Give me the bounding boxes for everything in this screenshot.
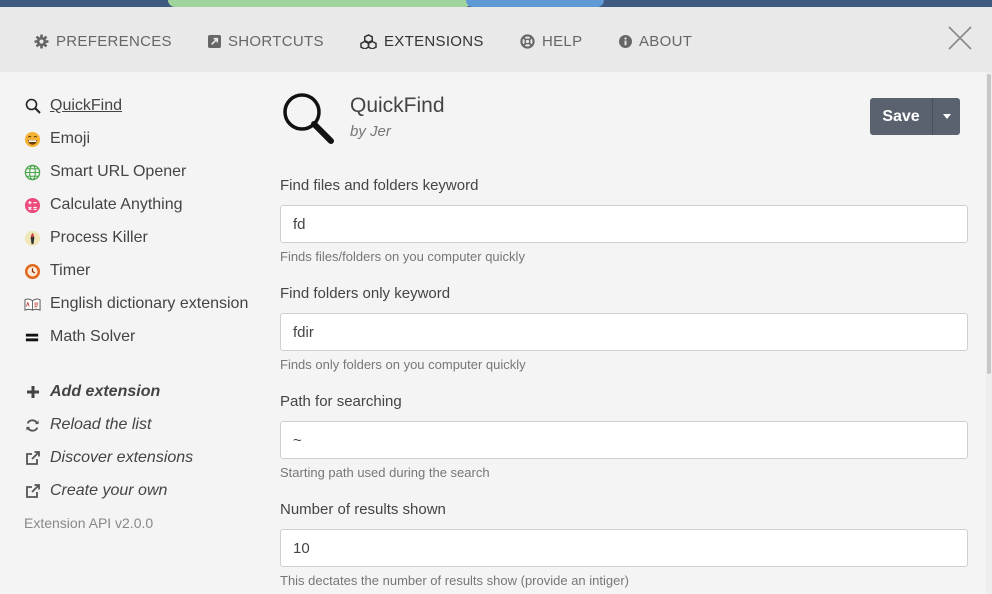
field-label: Find folders only keyword xyxy=(280,285,451,302)
extension-name: QuickFind xyxy=(350,94,445,117)
sidebar-item-process-killer[interactable]: Process Killer xyxy=(24,227,148,249)
results-count-input[interactable] xyxy=(280,529,968,567)
accent-blue-segment xyxy=(466,0,604,7)
field-label: Find files and folders keyword xyxy=(280,177,479,194)
timer-icon xyxy=(24,263,41,280)
plus-icon xyxy=(24,384,41,401)
tab-shortcuts[interactable]: SHORTCUTS xyxy=(208,30,324,52)
sidebar-item-smart-url-opener[interactable]: Smart URL Opener xyxy=(24,161,186,183)
sidebar-item-math-solver[interactable]: Math Solver xyxy=(24,326,135,348)
field-label: Path for searching xyxy=(280,393,402,410)
refresh-icon xyxy=(24,417,41,434)
close-button[interactable] xyxy=(946,24,974,52)
header-nav: PREFERENCES SHORTCUTS EXTENSIONS HELP AB… xyxy=(0,7,992,72)
scrollbar[interactable] xyxy=(986,72,992,594)
tab-label: SHORTCUTS xyxy=(228,32,324,50)
magnifier-icon xyxy=(280,90,336,146)
find-files-keyword-input[interactable] xyxy=(280,205,968,243)
external-link-icon xyxy=(24,450,41,467)
sidebar-item-label: Smart URL Opener xyxy=(50,163,187,180)
field-help: Starting path used during the search xyxy=(280,465,490,480)
sidebar-item-label: Emoji xyxy=(50,130,91,147)
life-ring-icon xyxy=(520,33,535,49)
sidebar-item-english-dictionary[interactable]: English dictionary extension xyxy=(24,293,248,315)
tab-label: HELP xyxy=(542,32,583,50)
sidebar-item-label: Calculate Anything xyxy=(50,196,183,213)
globe-icon xyxy=(24,164,41,181)
action-label: Create your own xyxy=(50,482,168,499)
reload-list-button[interactable]: Reload the list xyxy=(24,414,151,436)
field-help: This dectates the number of results show… xyxy=(280,573,630,588)
tab-extensions[interactable]: EXTENSIONS xyxy=(360,30,484,52)
action-label: Add extension xyxy=(50,383,161,400)
chevron-down-icon xyxy=(942,114,951,119)
api-version: Extension API v2.0.0 xyxy=(24,515,154,531)
field-help: Finds files/folders on you computer quic… xyxy=(280,249,525,264)
sidebar-item-label: QuickFind xyxy=(50,97,123,114)
external-link-square-icon xyxy=(208,34,221,48)
save-button-group: Save xyxy=(870,98,960,135)
sidebar-item-calculate-anything[interactable]: Calculate Anything xyxy=(24,194,183,216)
tab-help[interactable]: HELP xyxy=(520,30,582,52)
emoji-icon xyxy=(24,131,41,148)
extension-author: by Jer xyxy=(350,123,391,140)
search-path-input[interactable] xyxy=(280,421,968,459)
tab-preferences[interactable]: PREFERENCES xyxy=(34,30,172,52)
find-folders-keyword-input[interactable] xyxy=(280,313,968,351)
tab-about[interactable]: ABOUT xyxy=(619,30,692,52)
sidebar-item-label: Timer xyxy=(50,262,91,279)
sidebar-item-timer[interactable]: Timer xyxy=(24,260,90,282)
accent-green-segment xyxy=(168,0,472,7)
math-solver-icon xyxy=(24,329,41,346)
cubes-icon xyxy=(360,33,377,49)
info-circle-icon xyxy=(619,34,632,48)
calculator-icon xyxy=(24,197,41,214)
tab-label: EXTENSIONS xyxy=(384,32,484,50)
sidebar-item-emoji[interactable]: Emoji xyxy=(24,128,90,150)
sidebar-item-quickfind[interactable]: QuickFind xyxy=(24,95,122,117)
extensions-sidebar: QuickFind Emoji Smart URL Opener Calcula… xyxy=(0,72,262,594)
discover-extensions-link[interactable]: Discover extensions xyxy=(24,447,193,469)
external-link-icon xyxy=(24,483,41,500)
scrollbar-thumb[interactable] xyxy=(987,74,991,374)
save-button[interactable]: Save xyxy=(870,98,932,135)
sidebar-item-label: Math Solver xyxy=(50,328,136,345)
sidebar-item-label: English dictionary extension xyxy=(50,295,249,312)
close-icon xyxy=(948,26,972,50)
extension-settings: QuickFind by Jer Save Find files and fol… xyxy=(280,72,968,594)
magnifier-icon xyxy=(24,98,41,115)
tab-label: PREFERENCES xyxy=(56,32,172,50)
dictionary-icon xyxy=(24,296,41,313)
sidebar-item-label: Process Killer xyxy=(50,229,148,246)
field-help: Finds only folders on you computer quick… xyxy=(280,357,526,372)
tab-label: ABOUT xyxy=(639,32,693,50)
process-killer-icon xyxy=(24,230,41,247)
action-label: Discover extensions xyxy=(50,449,194,466)
field-label: Number of results shown xyxy=(280,501,446,518)
top-accent-strip xyxy=(0,0,992,7)
add-extension-button[interactable]: Add extension xyxy=(24,381,160,403)
gear-icon xyxy=(34,33,49,49)
save-options-dropdown[interactable] xyxy=(932,98,960,135)
create-your-own-link[interactable]: Create your own xyxy=(24,480,167,502)
action-label: Reload the list xyxy=(50,416,152,433)
